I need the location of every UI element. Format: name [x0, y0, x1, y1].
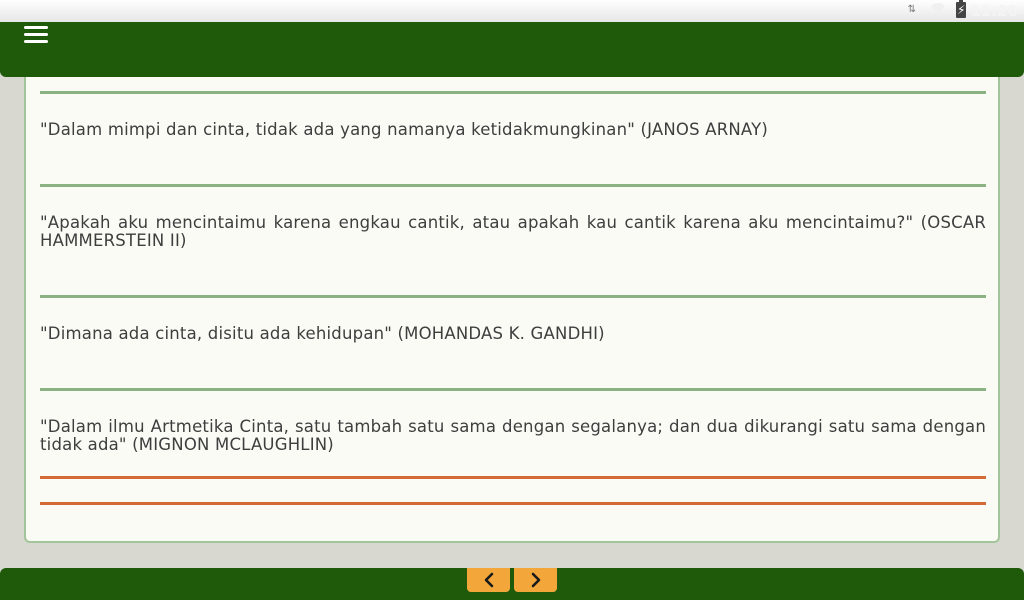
quote-item: "Dimana ada cinta, disitu ada kehidupan"…: [40, 324, 605, 343]
app-footer: [0, 568, 1024, 600]
app-header: [0, 22, 1024, 77]
menu-button[interactable]: [24, 22, 48, 44]
chevron-right-icon: [531, 572, 540, 588]
wifi-icon: [931, 3, 945, 16]
chevron-left-icon: [484, 572, 493, 588]
next-button[interactable]: [514, 568, 557, 592]
quote-item: "Apakah aku mencintaimu karena engkau ca…: [40, 213, 986, 250]
divider: [40, 184, 986, 187]
previous-button[interactable]: [467, 568, 510, 592]
quote-item: "Dalam ilmu Artmetika Cinta, satu tambah…: [40, 417, 986, 454]
status-time: 11:20: [970, 2, 1018, 20]
battery-icon: ⚡: [956, 0, 966, 18]
divider: [40, 295, 986, 298]
hamburger-menu-icon: [24, 26, 48, 43]
divider: [40, 476, 986, 479]
divider: [40, 91, 986, 94]
quote-item: "Dalam mimpi dan cinta, tidak ada yang n…: [40, 120, 769, 139]
usb-icon: ⇅: [907, 4, 916, 15]
divider: [40, 388, 986, 391]
divider: [40, 502, 986, 505]
status-bar: ⇅ ⚡ 11:20: [0, 0, 1024, 22]
quote-list: "Dalam mimpi dan cinta, tidak ada yang n…: [24, 77, 1000, 543]
